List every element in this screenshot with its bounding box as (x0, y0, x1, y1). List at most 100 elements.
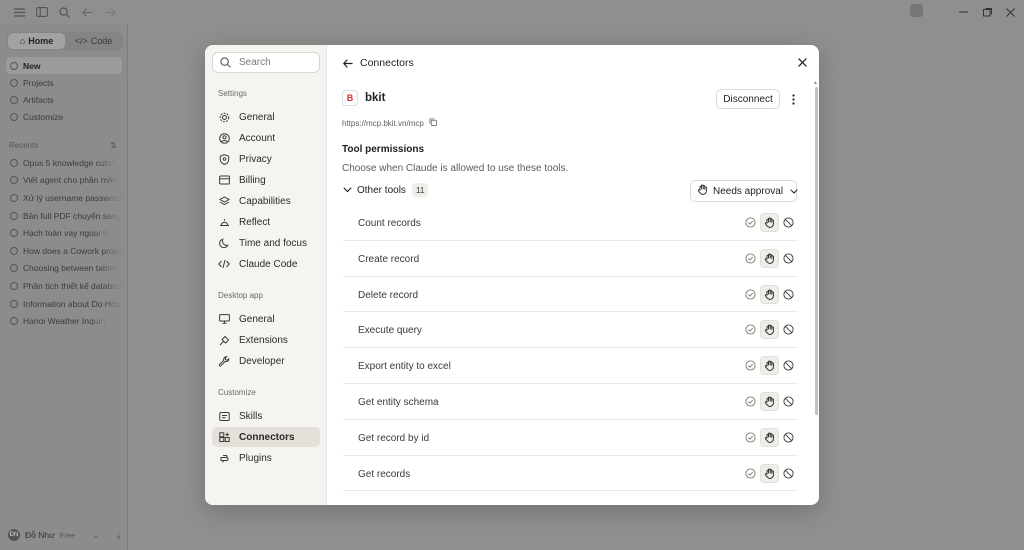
blocked-icon[interactable] (779, 249, 798, 268)
needs-approval-icon[interactable] (760, 356, 779, 376)
scroll-up-icon[interactable]: ▲ (813, 80, 818, 86)
desktop-item-general[interactable]: General (212, 309, 320, 329)
more-options-icon[interactable] (786, 90, 800, 108)
menu-icon[interactable] (12, 5, 26, 19)
settings-item-general[interactable]: General (212, 107, 320, 127)
recent-item[interactable]: Opus 5 knowledge cutoff (6, 154, 122, 172)
needs-approval-icon[interactable] (760, 284, 779, 304)
recent-item[interactable]: Choosing between tables (6, 260, 122, 278)
connector-url: https://mcp.bkit.vn/mcp (342, 118, 424, 128)
settings-item-reflect[interactable]: Reflect (212, 212, 320, 232)
hand-icon (697, 184, 708, 198)
close-icon[interactable] (795, 55, 809, 69)
mode-tab-code[interactable]: </> Code (65, 33, 122, 49)
blocked-icon[interactable] (779, 213, 798, 232)
desktop-item-extensions[interactable]: Extensions (212, 330, 320, 350)
blocked-icon[interactable] (779, 356, 798, 375)
recent-item[interactable]: Hạch toán vay ngoại tệ (6, 224, 122, 242)
recent-item[interactable]: Phân tích thiết kế database (6, 277, 122, 295)
filter-icon[interactable]: ⇅ (110, 141, 119, 150)
customize-item-connectors[interactable]: Connectors (212, 427, 320, 447)
always-allow-icon[interactable] (741, 356, 760, 375)
connector-header: B bkit Disconnect (342, 89, 805, 111)
recent-item[interactable]: Bản full PDF chuyển sang (6, 207, 122, 225)
back-icon[interactable] (80, 5, 94, 19)
blocked-icon[interactable] (779, 428, 798, 447)
always-allow-icon[interactable] (741, 392, 760, 411)
needs-approval-icon[interactable] (760, 391, 779, 411)
needs-approval-icon[interactable] (760, 248, 779, 268)
mode-tab-home[interactable]: ⌂ Home (8, 33, 65, 49)
home-icon: ⌂ (19, 36, 26, 46)
tool-row: Delete record (343, 277, 798, 313)
maximize-icon[interactable] (979, 4, 995, 20)
user-menu[interactable]: ĐN Đỗ Như Free ⌄ ⤓ (0, 520, 128, 550)
connector-logo: B (342, 90, 358, 106)
always-allow-icon[interactable] (741, 213, 760, 232)
needs-approval-icon[interactable] (760, 463, 779, 483)
nav-item-new[interactable]: New (6, 57, 122, 74)
chat-icon (10, 281, 18, 290)
recent-item[interactable]: How does a Cowork project (6, 242, 122, 260)
close-window-icon[interactable] (1002, 4, 1018, 20)
profile-icon[interactable] (910, 4, 923, 17)
tool-row: Count records (343, 205, 798, 241)
download-icon[interactable]: ⤓ (116, 530, 120, 541)
settings-item-privacy[interactable]: Privacy (212, 149, 320, 169)
blocked-icon[interactable] (779, 392, 798, 411)
copy-icon[interactable] (429, 118, 437, 128)
blocked-icon[interactable] (779, 464, 798, 483)
connector-url-row: https://mcp.bkit.vn/mcp (342, 118, 437, 128)
tool-group-label: Other tools (357, 185, 406, 196)
needs-approval-icon[interactable] (760, 213, 779, 232)
always-allow-icon[interactable] (741, 285, 760, 304)
tool-group-header[interactable]: Other tools 11 Needs approval (342, 180, 798, 202)
settings-item-capabilities[interactable]: Capabilities (212, 191, 320, 211)
needs-approval-icon[interactable] (760, 320, 779, 340)
disconnect-button[interactable]: Disconnect (716, 89, 780, 109)
settings-item-claude-code[interactable]: Claude Code (212, 254, 320, 274)
customize-item-plugins[interactable]: Plugins (212, 448, 320, 468)
chat-icon (10, 299, 18, 308)
settings-item-billing[interactable]: Billing (212, 170, 320, 190)
folder-icon (10, 78, 18, 87)
settings-search[interactable] (212, 52, 320, 73)
always-allow-icon[interactable] (741, 320, 760, 339)
recent-item[interactable]: Hanoi Weather Inquiry (6, 312, 122, 330)
always-allow-icon[interactable] (741, 428, 760, 447)
blocked-icon[interactable] (779, 285, 798, 304)
customize-item-skills[interactable]: Skills (212, 406, 320, 426)
recent-item[interactable]: Information about Do Hoang (6, 295, 122, 313)
tool-permission-toggle (741, 356, 798, 376)
search-input[interactable] (239, 57, 309, 68)
tool-row: Export entity to excel (343, 348, 798, 384)
minimize-icon[interactable] (955, 4, 971, 20)
always-allow-icon[interactable] (741, 249, 760, 268)
recents-list: Opus 5 knowledge cutoff Viết agent cho p… (6, 154, 122, 330)
search-icon[interactable] (57, 5, 71, 19)
recent-item[interactable]: Xử lý username password (6, 189, 122, 207)
settings-item-account[interactable]: Account (212, 128, 320, 148)
user-name: Đỗ Như (25, 530, 55, 540)
group-approval-dropdown[interactable]: Needs approval (690, 180, 798, 202)
card-icon (218, 174, 230, 186)
nav-item-artifacts[interactable]: Artifacts (6, 91, 122, 108)
tool-name: Get entity schema (358, 396, 439, 408)
sidebar-toggle-icon[interactable] (35, 5, 49, 19)
chevron-down-icon[interactable] (342, 185, 352, 195)
forward-icon[interactable] (103, 5, 117, 19)
back-arrow-icon[interactable] (342, 57, 354, 69)
blocked-icon[interactable] (779, 320, 798, 339)
needs-approval-icon[interactable] (760, 427, 779, 447)
nav-item-customize[interactable]: Customize (6, 108, 122, 125)
recent-item[interactable]: Viết agent cho phần mềm (6, 172, 122, 190)
desktop-item-developer[interactable]: Developer (212, 351, 320, 371)
nav-item-projects[interactable]: Projects (6, 74, 122, 91)
always-allow-icon[interactable] (741, 464, 760, 483)
permissions-title: Tool permissions (342, 144, 425, 155)
tool-name: Get records (358, 468, 411, 480)
settings-item-time-and-focus[interactable]: Time and focus (212, 233, 320, 253)
scrollbar[interactable] (815, 87, 818, 415)
extensions-icon (218, 334, 230, 346)
chat-icon (10, 211, 18, 220)
